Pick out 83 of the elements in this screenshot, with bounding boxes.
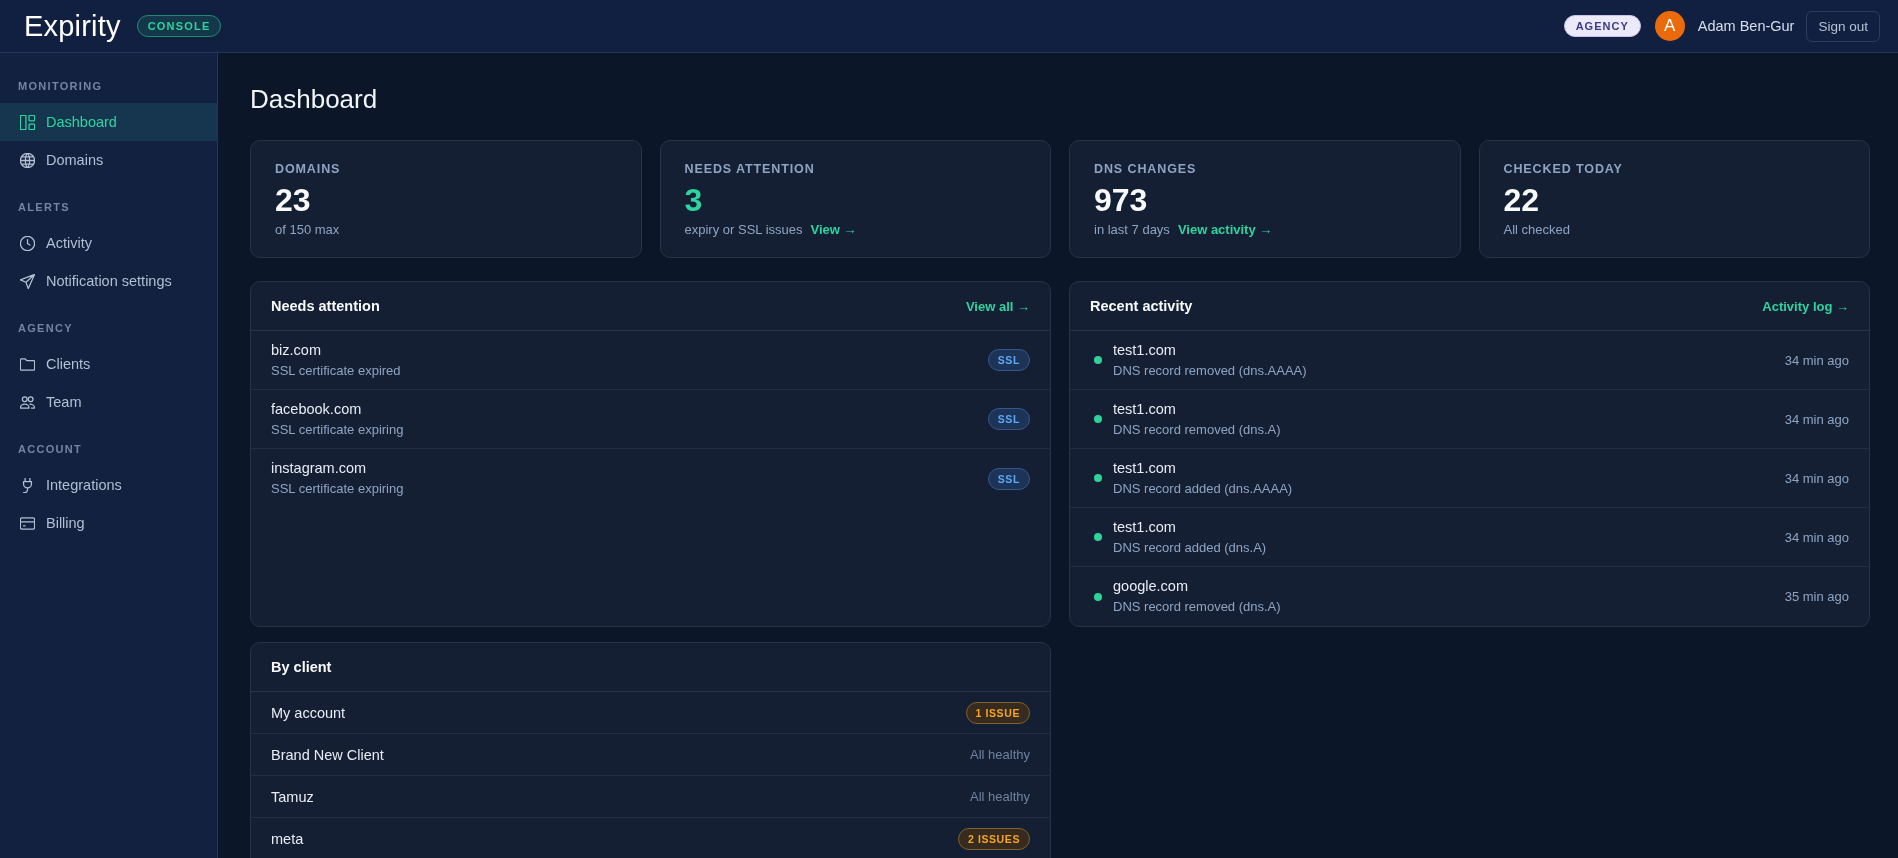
activity-detail: DNS record added (dns.A) [1113, 538, 1268, 557]
domain-name: test1.com [1113, 399, 1177, 419]
sidebar-item[interactable]: Dashboard [0, 103, 217, 141]
stat-label: NEEDS ATTENTION [684, 162, 816, 176]
issue-detail: SSL certificate expiring [271, 480, 405, 498]
console-badge: CONSOLE [136, 15, 222, 37]
status-dot-icon [1094, 474, 1102, 482]
sidebar-item[interactable]: Billing [0, 504, 217, 542]
people-icon [20, 394, 35, 410]
domain-name: test1.com [1113, 340, 1177, 360]
plan-badge: AGENCY [1563, 15, 1641, 37]
app-logo: Expirity [24, 9, 121, 43]
sidebar-item[interactable]: Activity [0, 224, 217, 262]
issue-count-tag: 2 ISSUES [957, 827, 1030, 850]
stat-note: expiry or SSL issues [684, 222, 803, 237]
activity-time: 34 min ago [1784, 411, 1849, 427]
activity-time: 34 min ago [1784, 352, 1849, 368]
layout-icon [20, 114, 35, 130]
domain-name: test1.com [1113, 458, 1177, 478]
sign-out-button[interactable]: Sign out [1806, 10, 1880, 42]
sidebar-item[interactable]: Domains [0, 141, 217, 179]
activity-detail: DNS record removed (dns.AAAA) [1113, 361, 1308, 380]
sidebar-item[interactable]: Notification settings [0, 262, 217, 300]
stat-link[interactable]: View → [810, 222, 857, 237]
activity-time: 34 min ago [1784, 470, 1849, 486]
stat-value: 23 [275, 181, 312, 219]
stat-label: DOMAINS [275, 162, 342, 176]
stat-label: DNS CHANGES [1094, 162, 1198, 176]
sidebar-section-title: MONITORING [17, 79, 104, 93]
status-dot-icon [1094, 415, 1102, 423]
view-all-link[interactable]: View all → [965, 298, 1030, 314]
paper-plane-icon [20, 273, 35, 289]
globe-icon [20, 152, 35, 168]
activity-detail: DNS record removed (dns.A) [1113, 598, 1282, 616]
clock-icon [20, 235, 35, 251]
issue-count-tag: 1 ISSUE [965, 701, 1030, 724]
stat-value: 22 [1503, 181, 1541, 219]
sidebar-section-title: ACCOUNT [17, 442, 84, 456]
folder-icon [20, 356, 35, 372]
client-name: meta [271, 830, 304, 847]
sidebar-section-title: AGENCY [17, 321, 74, 335]
stat-link[interactable]: View activity → [1177, 222, 1273, 237]
issue-tag: SSL [987, 467, 1030, 490]
health-status: All healthy [970, 789, 1030, 804]
issue-tag: SSL [987, 408, 1030, 430]
domain-name: google.com [1113, 577, 1189, 596]
health-status: All healthy [970, 747, 1030, 762]
client-name: Brand New Client [271, 746, 384, 763]
panel-title: Recent activity [1090, 298, 1193, 314]
issue-detail: SSL certificate expired [271, 361, 402, 380]
sidebar-item[interactable]: Integrations [0, 466, 217, 504]
activity-time: 34 min ago [1784, 529, 1849, 545]
user-name: Adam Ben-Gur [1697, 18, 1795, 34]
panel-title: Needs attention [271, 298, 380, 314]
domain-name: facebook.com [271, 399, 363, 419]
domain-name: instagram.com [271, 459, 368, 478]
issue-detail: SSL certificate expiring [271, 420, 405, 439]
plug-icon [20, 477, 35, 493]
sidebar-section-title: ALERTS [17, 200, 71, 214]
status-dot-icon [1094, 592, 1102, 601]
stat-note: in last 7 days [1094, 222, 1170, 237]
domain-name: biz.com [271, 340, 322, 360]
stat-note: All checked [1503, 222, 1570, 237]
user-avatar: A [1654, 11, 1685, 41]
activity-detail: DNS record removed (dns.A) [1113, 420, 1282, 439]
status-dot-icon [1094, 356, 1102, 364]
credit-card-icon [20, 515, 35, 531]
client-name: Tamuz [271, 788, 314, 805]
stat-label: CHECKED TODAY [1503, 162, 1624, 176]
activity-time: 35 min ago [1784, 589, 1849, 604]
page-title: Dashboard [250, 83, 379, 115]
client-name: My account [271, 704, 346, 721]
activity-detail: DNS record added (dns.AAAA) [1113, 479, 1294, 498]
stat-value: 3 [684, 181, 704, 219]
sidebar-item[interactable]: Clients [0, 345, 217, 383]
stat-note: of 150 max [275, 222, 340, 237]
sidebar-item[interactable]: Team [0, 383, 217, 421]
domain-name: test1.com [1113, 517, 1177, 537]
activity-log-link[interactable]: Activity log → [1762, 298, 1849, 314]
status-dot-icon [1094, 533, 1102, 541]
issue-tag: SSL [987, 349, 1030, 371]
stat-value: 973 [1094, 181, 1149, 219]
panel-title: By client [271, 659, 332, 675]
